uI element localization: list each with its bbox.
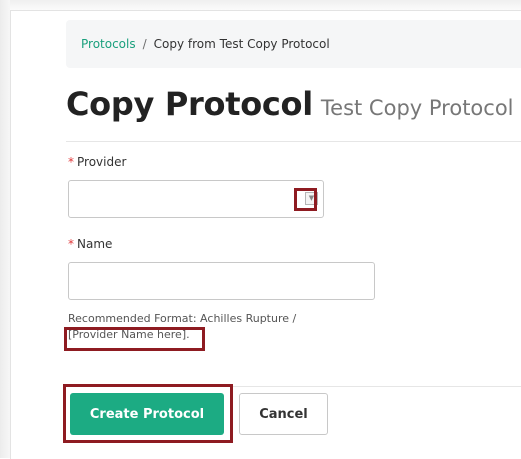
- name-label: * Name: [68, 237, 112, 251]
- required-marker: *: [68, 155, 74, 169]
- actions-divider: [66, 386, 521, 387]
- window-shadow-left: [0, 0, 10, 458]
- window-shadow-top: [0, 0, 521, 10]
- name-help-line1: Recommended Format: Achilles Rupture /: [68, 312, 297, 325]
- title-divider: [66, 141, 521, 142]
- name-label-text: Name: [77, 237, 113, 251]
- breadcrumb-separator: /: [142, 37, 147, 51]
- page-subtitle: Test Copy Protocol: [320, 96, 514, 120]
- name-help-line2: [Provider Name here].: [68, 328, 190, 341]
- create-protocol-button[interactable]: Create Protocol: [70, 393, 224, 435]
- provider-label: * Provider: [68, 155, 126, 169]
- name-help-text: Recommended Format: Achilles Rupture / […: [68, 311, 296, 343]
- required-marker: *: [68, 237, 74, 251]
- page-title-row: Copy Protocol Test Copy Protocol: [66, 85, 514, 123]
- cancel-button[interactable]: Cancel: [239, 393, 328, 435]
- provider-select[interactable]: ▼: [68, 180, 324, 218]
- provider-label-text: Provider: [77, 155, 127, 169]
- breadcrumb-link-protocols[interactable]: Protocols: [81, 37, 136, 51]
- name-input[interactable]: [68, 262, 375, 300]
- page-title: Copy Protocol: [66, 85, 313, 123]
- breadcrumb-current: Copy from Test Copy Protocol: [153, 37, 330, 51]
- breadcrumb: Protocols / Copy from Test Copy Protocol: [66, 20, 521, 68]
- page: Protocols / Copy from Test Copy Protocol…: [10, 10, 521, 459]
- chevron-down-icon[interactable]: ▼: [305, 192, 318, 205]
